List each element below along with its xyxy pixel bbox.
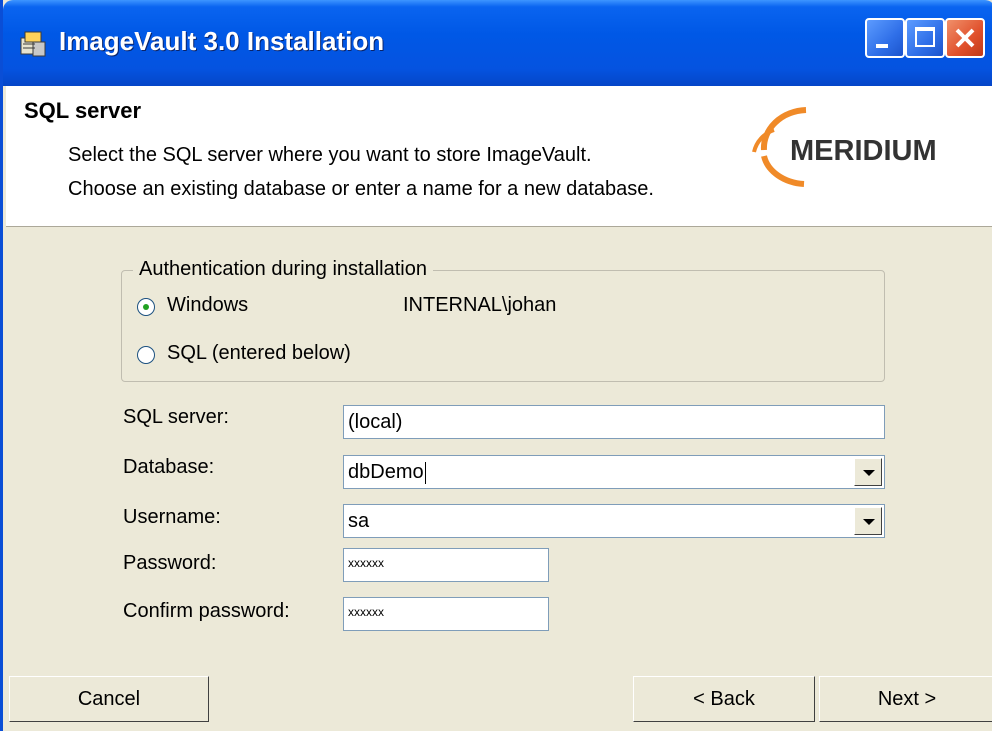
window-title: ImageVault 3.0 Installation: [59, 26, 385, 56]
description-line-1: Select the SQL server where you want to …: [68, 144, 592, 166]
sql-radio[interactable]: [137, 346, 155, 364]
username-combo[interactable]: sa: [343, 504, 885, 538]
back-button[interactable]: < Back: [633, 676, 815, 722]
minimize-button[interactable]: [865, 18, 905, 58]
username-dropdown-button[interactable]: [854, 507, 882, 535]
authentication-legend: Authentication during installation: [133, 258, 433, 281]
database-label: Database:: [123, 456, 215, 478]
sql-server-label: SQL server:: [123, 406, 229, 428]
cancel-button[interactable]: Cancel: [9, 676, 209, 722]
description-line-2: Choose an existing database or enter a n…: [68, 178, 654, 200]
password-input[interactable]: xxxxxx: [343, 548, 549, 582]
installer-icon: [20, 31, 46, 57]
installer-window: ImageVault 3.0 Installation SQL server S…: [0, 0, 992, 731]
windows-auth-option[interactable]: Windows: [137, 294, 337, 320]
logo-text: MERIDIUM: [790, 135, 937, 167]
confirm-password-input[interactable]: xxxxxx: [343, 597, 549, 631]
text-caret: [424, 461, 426, 484]
page-header: SQL server Select the SQL server where y…: [6, 86, 992, 227]
page-description: Select the SQL server where you want to …: [68, 138, 654, 206]
password-label: Password:: [123, 552, 217, 574]
windows-radio[interactable]: [137, 298, 155, 316]
next-button[interactable]: Next >: [819, 676, 992, 722]
sql-server-input[interactable]: (local): [343, 405, 885, 439]
close-icon: [955, 28, 975, 48]
title-bar[interactable]: ImageVault 3.0 Installation: [3, 0, 992, 86]
close-button[interactable]: [945, 18, 985, 58]
username-label: Username:: [123, 506, 221, 528]
username-value: sa: [348, 510, 370, 532]
database-value: dbDemo: [348, 461, 424, 483]
maximize-button[interactable]: [905, 18, 945, 58]
database-combo[interactable]: dbDemo: [343, 455, 885, 489]
sql-auth-option[interactable]: SQL (entered below): [137, 342, 397, 368]
database-dropdown-button[interactable]: [854, 458, 882, 486]
confirm-password-label: Confirm password:: [123, 600, 290, 622]
windows-radio-label: Windows: [167, 294, 249, 316]
windows-user: INTERNAL\johan: [403, 294, 557, 316]
page-title: SQL server: [24, 98, 142, 123]
sql-radio-label: SQL (entered below): [167, 342, 351, 364]
meridium-logo: MERIDIUM: [752, 107, 937, 187]
